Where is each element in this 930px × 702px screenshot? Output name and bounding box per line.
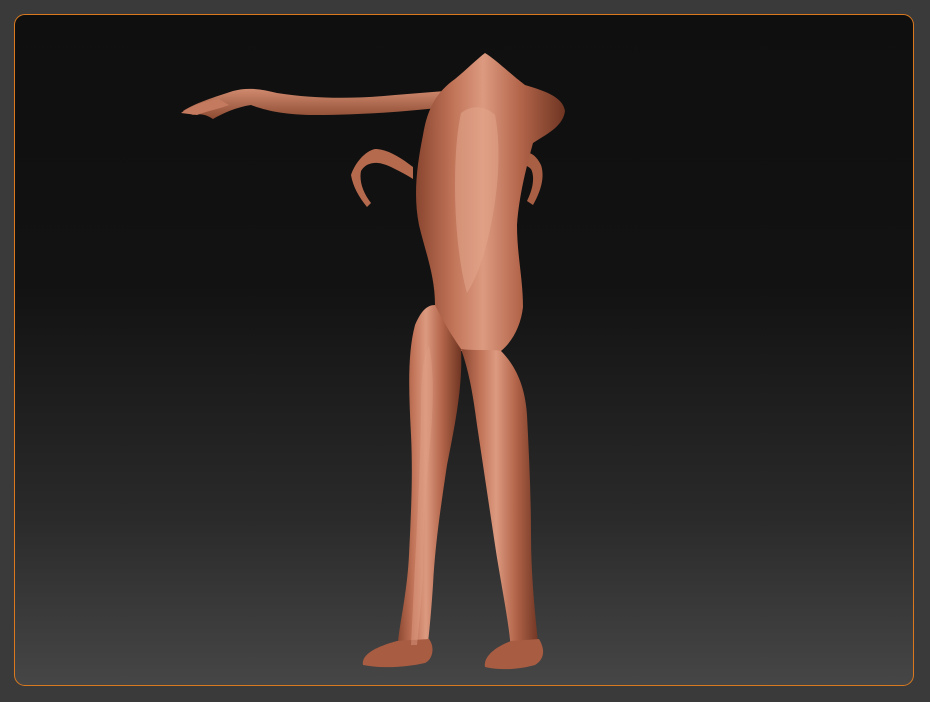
mesh-leg-right (461, 349, 539, 651)
3d-viewport[interactable] (14, 14, 914, 686)
mesh-foot-right (484, 639, 544, 670)
mannequin-mesh[interactable] (181, 53, 565, 670)
mesh-arm-short-left (351, 149, 413, 207)
app-frame (0, 0, 930, 702)
viewport-canvas[interactable] (15, 15, 914, 686)
mesh-foot-left (362, 639, 433, 668)
